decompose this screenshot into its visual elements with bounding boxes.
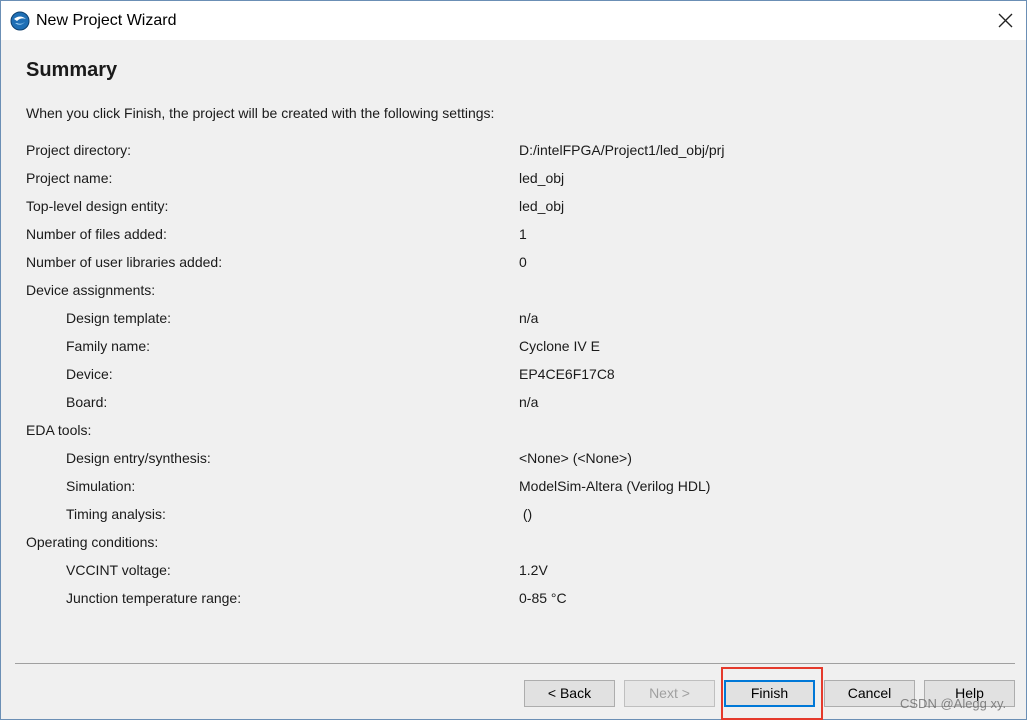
finish-button[interactable]: Finish [724, 680, 815, 707]
footer-divider [15, 663, 1015, 664]
setting-label: Family name: [66, 338, 151, 354]
setting-value: EP4CE6F17C8 [519, 366, 615, 382]
setting-value: ModelSim-Altera (Verilog HDL) [519, 478, 711, 494]
setting-label: Simulation: [66, 478, 136, 494]
setting-group-header: Device assignments: [1, 281, 1026, 309]
setting-row: Board: n/a [1, 393, 1026, 421]
setting-row: Junction temperature range: 0-85 °C [1, 589, 1026, 617]
setting-row: Number of user libraries added: 0 [1, 253, 1026, 281]
watermark: CSDN @Alegg xy. [900, 696, 1007, 711]
setting-row: Family name: Cyclone IV E [1, 337, 1026, 365]
setting-value: 1 [519, 226, 527, 242]
setting-row: VCCINT voltage: 1.2V [1, 561, 1026, 589]
back-button[interactable]: < Back [524, 680, 615, 707]
setting-label: Project directory: [26, 142, 132, 158]
setting-value: Cyclone IV E [519, 338, 600, 354]
setting-label: Device assignments: [26, 282, 156, 298]
setting-row: Design entry/synthesis: <None> (<None>) [1, 449, 1026, 477]
setting-label: Project name: [26, 170, 113, 186]
window-title: New Project Wizard [36, 12, 177, 29]
title-bar: New Project Wizard [1, 1, 1026, 40]
setting-row: Timing analysis: () [1, 505, 1026, 533]
setting-group-header: Operating conditions: [1, 533, 1026, 561]
setting-label: Design entry/synthesis: [66, 450, 211, 466]
setting-label: Operating conditions: [26, 534, 159, 550]
setting-value: led_obj [519, 198, 565, 214]
settings-summary: Project directory: D:/intelFPGA/Project1… [1, 141, 1026, 617]
setting-value: () [519, 506, 533, 522]
setting-value: n/a [519, 394, 539, 410]
setting-label: Device: [66, 366, 113, 382]
setting-label: Number of user libraries added: [26, 254, 223, 270]
setting-row: Top-level design entity: led_obj [1, 197, 1026, 225]
setting-row: Project name: led_obj [1, 169, 1026, 197]
setting-label: Number of files added: [26, 226, 167, 242]
setting-value: 0-85 °C [519, 590, 567, 606]
setting-value: 1.2V [519, 562, 548, 578]
setting-value: n/a [519, 310, 539, 326]
setting-value: 0 [519, 254, 527, 270]
setting-label: Board: [66, 394, 108, 410]
close-button[interactable] [986, 1, 1026, 40]
setting-value: <None> (<None>) [519, 450, 632, 466]
setting-label: Design template: [66, 310, 172, 326]
setting-value: led_obj [519, 170, 565, 186]
wizard-window: New Project Wizard Summary When you clic… [0, 0, 1027, 720]
setting-label: Junction temperature range: [66, 590, 242, 606]
setting-label: Top-level design entity: [26, 198, 169, 214]
page-title: Summary [26, 59, 118, 81]
setting-label: EDA tools: [26, 422, 92, 438]
setting-group-header: EDA tools: [1, 421, 1026, 449]
setting-row: Design template: n/a [1, 309, 1026, 337]
close-icon [998, 13, 1013, 28]
intro-text: When you click Finish, the project will … [26, 105, 495, 121]
quartus-app-icon [10, 11, 30, 31]
setting-row: Device: EP4CE6F17C8 [1, 365, 1026, 393]
next-button[interactable]: Next > [624, 680, 715, 707]
setting-label: VCCINT voltage: [66, 562, 171, 578]
setting-row: Project directory: D:/intelFPGA/Project1… [1, 141, 1026, 169]
setting-row: Number of files added: 1 [1, 225, 1026, 253]
setting-label: Timing analysis: [66, 506, 166, 522]
setting-row: Simulation: ModelSim-Altera (Verilog HDL… [1, 477, 1026, 505]
setting-value: D:/intelFPGA/Project1/led_obj/prj [519, 142, 725, 158]
